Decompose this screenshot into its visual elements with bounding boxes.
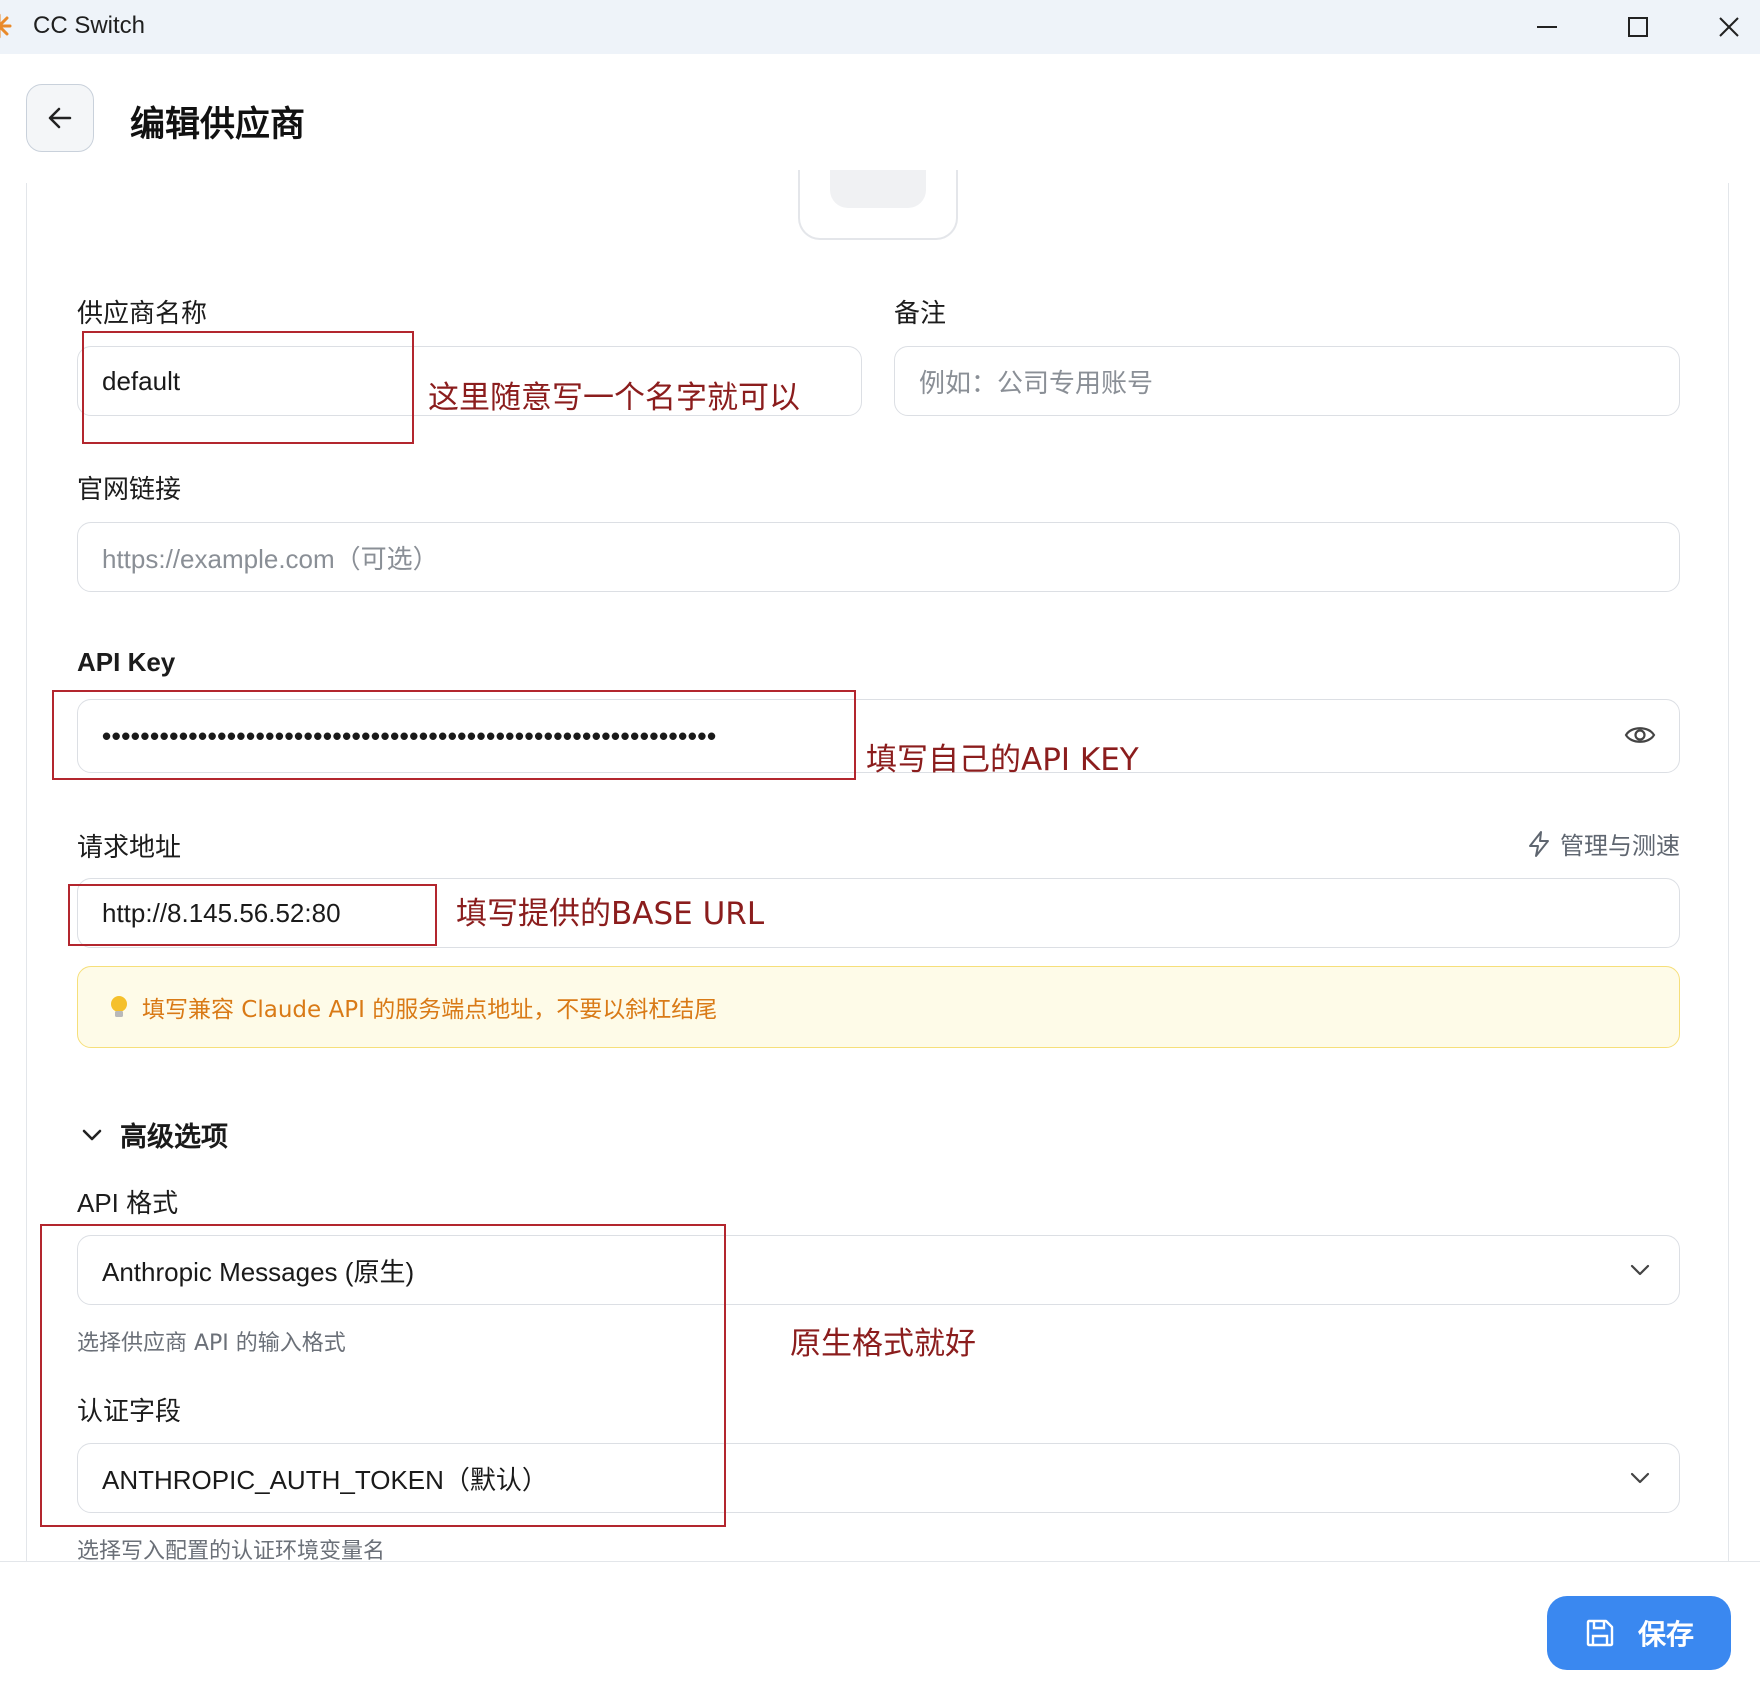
annotation-name-note: 这里随意写一个名字就可以 xyxy=(428,380,800,416)
annotation-key-note: 填写自己的API KEY xyxy=(866,742,1139,778)
notes-label: 备注 xyxy=(894,298,947,328)
advanced-options-toggle[interactable]: 高级选项 xyxy=(78,1115,228,1154)
api-key-label: API Key xyxy=(77,647,176,677)
annotation-format-note: 原生格式就好 xyxy=(790,1326,976,1362)
arrow-left-icon xyxy=(48,107,72,129)
manage-speedtest-label: 管理与测速 xyxy=(1560,832,1680,860)
save-icon xyxy=(1586,1619,1614,1647)
notes-input[interactable]: 例如：公司专用账号 xyxy=(894,346,1680,416)
provider-icon-placeholder xyxy=(830,170,926,208)
annotation-box-format xyxy=(40,1224,726,1527)
minimize-icon xyxy=(1537,26,1557,28)
maximize-icon xyxy=(1628,17,1648,37)
url-hint-box: 填写兼容 Claude API 的服务端点地址，不要以斜杠结尾 xyxy=(77,966,1680,1048)
maximize-button[interactable] xyxy=(1593,0,1683,54)
window-title: CC Switch xyxy=(33,12,146,39)
annotation-box-key xyxy=(52,690,856,780)
chevron-down-icon xyxy=(1630,1472,1650,1484)
annotation-url-note: 填写提供的BASE URL xyxy=(456,896,765,932)
provider-name-label: 供应商名称 xyxy=(77,298,208,328)
chevron-down-icon xyxy=(82,1129,102,1140)
footer-bar xyxy=(0,1561,1760,1698)
annotation-box-name xyxy=(82,331,414,444)
website-input[interactable]: https://example.com（可选） xyxy=(77,522,1680,592)
minimize-button[interactable] xyxy=(1502,0,1592,54)
title-bar xyxy=(0,0,1760,54)
website-placeholder: https://example.com（可选） xyxy=(102,543,439,574)
save-label: 保存 xyxy=(1637,1618,1694,1651)
notes-placeholder: 例如：公司专用账号 xyxy=(919,367,1154,398)
eye-icon[interactable] xyxy=(1624,722,1656,748)
save-button[interactable]: 保存 xyxy=(1547,1596,1731,1670)
lightbulb-icon xyxy=(111,996,127,1017)
website-label: 官网链接 xyxy=(77,474,182,504)
app-logo-icon xyxy=(0,13,12,39)
advanced-options-label: 高级选项 xyxy=(120,1122,228,1153)
chevron-down-icon xyxy=(1630,1264,1650,1276)
close-button[interactable] xyxy=(1684,0,1760,54)
close-icon xyxy=(1719,17,1739,37)
url-hint-text: 填写兼容 Claude API 的服务端点地址，不要以斜杠结尾 xyxy=(142,997,718,1023)
manage-speedtest-link[interactable]: 管理与测速 xyxy=(1526,826,1680,861)
back-button[interactable] xyxy=(26,84,94,152)
page-title: 编辑供应商 xyxy=(130,105,306,145)
lightning-icon xyxy=(1529,830,1549,857)
api-format-label: API 格式 xyxy=(77,1188,179,1218)
annotation-box-url xyxy=(68,884,437,946)
request-url-label: 请求地址 xyxy=(77,832,182,862)
